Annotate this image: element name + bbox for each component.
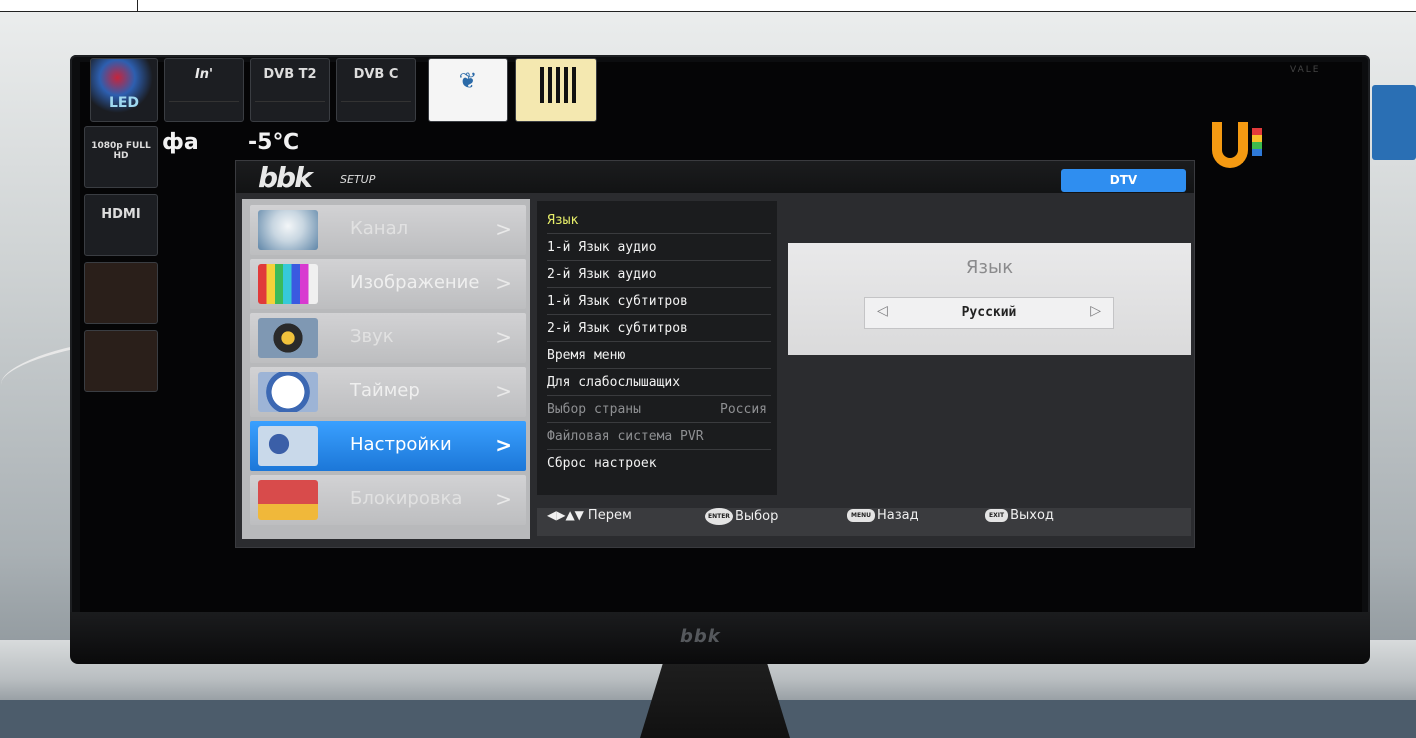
- hd-media-sticker: [84, 262, 158, 324]
- chevron-right-icon: >: [495, 217, 512, 241]
- hint-move: ◀▶▲▼ Перем: [547, 508, 632, 536]
- hint-select: ENTER Выбор: [705, 508, 778, 536]
- country-value: Россия: [720, 402, 767, 417]
- satellite-dish-icon: [258, 210, 318, 250]
- weather-city: фа: [162, 130, 199, 155]
- fullhd-sticker-label: 1080p FULL HD: [91, 141, 151, 161]
- photo-scene: bbk VALE LED In' DVB T2 DVB C ❦ 1080p FU…: [0, 0, 1416, 738]
- submenu-item-audio-language-2[interactable]: 2-й Язык аудио: [547, 261, 771, 288]
- main-menu-item-channel[interactable]: Канал >: [250, 205, 526, 255]
- main-menu-label: Изображение: [350, 272, 480, 293]
- exit-key-icon: EXIT: [985, 509, 1009, 522]
- hdmi-sticker: HDMI: [84, 194, 158, 256]
- dvbt2-sticker: DVB T2: [250, 58, 330, 122]
- lock-icon: [258, 480, 318, 520]
- hint-back: MENU Назад: [847, 508, 919, 536]
- gear-icon: [258, 426, 318, 466]
- top-strip: [0, 0, 1416, 12]
- hdmi-sticker-label: HDMI: [101, 207, 141, 222]
- language-detail-panel: Язык ◁ Русский ▷: [788, 243, 1191, 355]
- osd-brand-logo: bbk: [258, 161, 313, 194]
- submenu-item-subtitle-language-2[interactable]: 2-й Язык субтитров: [547, 315, 771, 342]
- osd-header: bbk SETUP DTV: [236, 161, 1194, 194]
- main-menu-item-timer[interactable]: Таймер >: [250, 367, 526, 417]
- detail-title: Язык: [965, 257, 1014, 278]
- channel-logo-bars: [1252, 128, 1262, 156]
- bezel-logo: bbk: [680, 626, 721, 647]
- submenu-item-language[interactable]: Язык: [547, 207, 771, 234]
- submenu-item-label: 2-й Язык аудио: [547, 267, 657, 282]
- hint-move-label: Перем: [587, 508, 632, 523]
- settings-submenu: Язык 1-й Язык аудио 2-й Язык аудио 1-й Я…: [537, 201, 777, 495]
- main-menu-item-sound[interactable]: Звук >: [250, 313, 526, 363]
- intro-sticker-label: In': [194, 67, 214, 82]
- led-sticker: LED: [90, 58, 158, 122]
- qr-code-icon: [540, 67, 576, 103]
- main-menu-label: Настройки: [350, 434, 452, 455]
- hint-exit: EXIT Выход: [985, 508, 1054, 536]
- navigation-arrows-icon: ◀▶▲▼: [547, 508, 584, 522]
- submenu-item-label: Язык: [547, 213, 579, 228]
- submenu-item-label: Файловая система PVR: [547, 429, 704, 444]
- hint-select-label: Выбор: [734, 509, 779, 524]
- osd-footer-hints: ◀▶▲▼ Перем ENTER Выбор MENU Назад EXIT Выход: [537, 508, 1191, 536]
- corner-brand: VALE: [1290, 65, 1321, 75]
- hint-exit-label: Выход: [1010, 508, 1054, 523]
- submenu-item-label: Сброс настроек: [547, 456, 657, 471]
- chevron-right-icon: >: [495, 487, 512, 511]
- main-menu-item-picture[interactable]: Изображение >: [250, 259, 526, 309]
- main-menu: Канал > Изображение > Звук > Таймер > На…: [242, 199, 530, 539]
- chevron-right-icon: >: [495, 433, 512, 457]
- chevron-right-icon: >: [495, 325, 512, 349]
- hint-back-label: Назад: [876, 508, 919, 523]
- personal-sticker: [84, 330, 158, 392]
- energy-sticker: ❦: [428, 58, 508, 122]
- chevron-right-icon: >: [495, 379, 512, 403]
- dvbt2-sticker-label: DVB T2: [263, 67, 317, 82]
- main-menu-label: Блокировка: [350, 488, 463, 509]
- main-menu-item-lock[interactable]: Блокировка >: [250, 475, 526, 525]
- submenu-item-hearing-impaired[interactable]: Для слабослышащих: [547, 369, 771, 396]
- source-mode-badge: DTV: [1061, 169, 1186, 192]
- speaker-icon: [258, 318, 318, 358]
- submenu-item-label: Время меню: [547, 348, 626, 363]
- channel-logo-letter: [1212, 122, 1248, 168]
- main-menu-label: Звук: [350, 326, 394, 347]
- submenu-item-reset[interactable]: Сброс настроек: [547, 450, 771, 477]
- main-menu-label: Канал: [350, 218, 409, 239]
- submenu-item-country: Выбор страны Россия: [547, 396, 771, 423]
- main-menu-item-settings[interactable]: Настройки >: [250, 421, 526, 471]
- setup-osd: bbk SETUP DTV Канал > Изображение > Звук…: [235, 160, 1195, 548]
- weather-temperature: -5℃: [248, 130, 300, 155]
- dvbc-sticker-label: DVB C: [353, 67, 399, 82]
- submenu-item-audio-language-1[interactable]: 1-й Язык аудио: [547, 234, 771, 261]
- menu-key-icon: MENU: [847, 509, 875, 522]
- submenu-item-subtitle-language-1[interactable]: 1-й Язык субтитров: [547, 288, 771, 315]
- arrow-right-icon[interactable]: ▷: [1090, 303, 1101, 319]
- submenu-item-label: 2-й Язык субтитров: [547, 321, 688, 336]
- submenu-item-label: 1-й Язык аудио: [547, 240, 657, 255]
- submenu-item-label: Для слабослышащих: [547, 375, 681, 390]
- channel-logo: [1212, 122, 1264, 168]
- osd-section-title: SETUP: [340, 173, 376, 186]
- submenu-item-label: 1-й Язык субтитров: [547, 294, 688, 309]
- language-selector[interactable]: ◁ Русский ▷: [864, 297, 1114, 329]
- chevron-right-icon: >: [495, 271, 512, 295]
- clock-icon: [258, 372, 318, 412]
- led-sticker-label: LED: [108, 95, 140, 111]
- butterfly-icon: ❦: [458, 69, 478, 94]
- main-menu-label: Таймер: [350, 380, 420, 401]
- fullhd-sticker: 1080p FULL HD: [84, 126, 158, 188]
- dvbc-sticker: DVB C: [336, 58, 416, 122]
- qr-sticker: [515, 58, 597, 122]
- test-pattern-icon: [258, 264, 318, 304]
- enter-key-icon: ENTER: [705, 508, 733, 525]
- top-strip-cell: [0, 0, 138, 12]
- submenu-item-label: Выбор страны: [547, 402, 641, 417]
- language-value: Русский: [961, 305, 1017, 320]
- submenu-item-pvr-filesystem: Файловая система PVR: [547, 423, 771, 450]
- submenu-item-menu-timeout[interactable]: Время меню: [547, 342, 771, 369]
- price-tag: [1372, 85, 1416, 160]
- intro-sticker: In': [164, 58, 244, 122]
